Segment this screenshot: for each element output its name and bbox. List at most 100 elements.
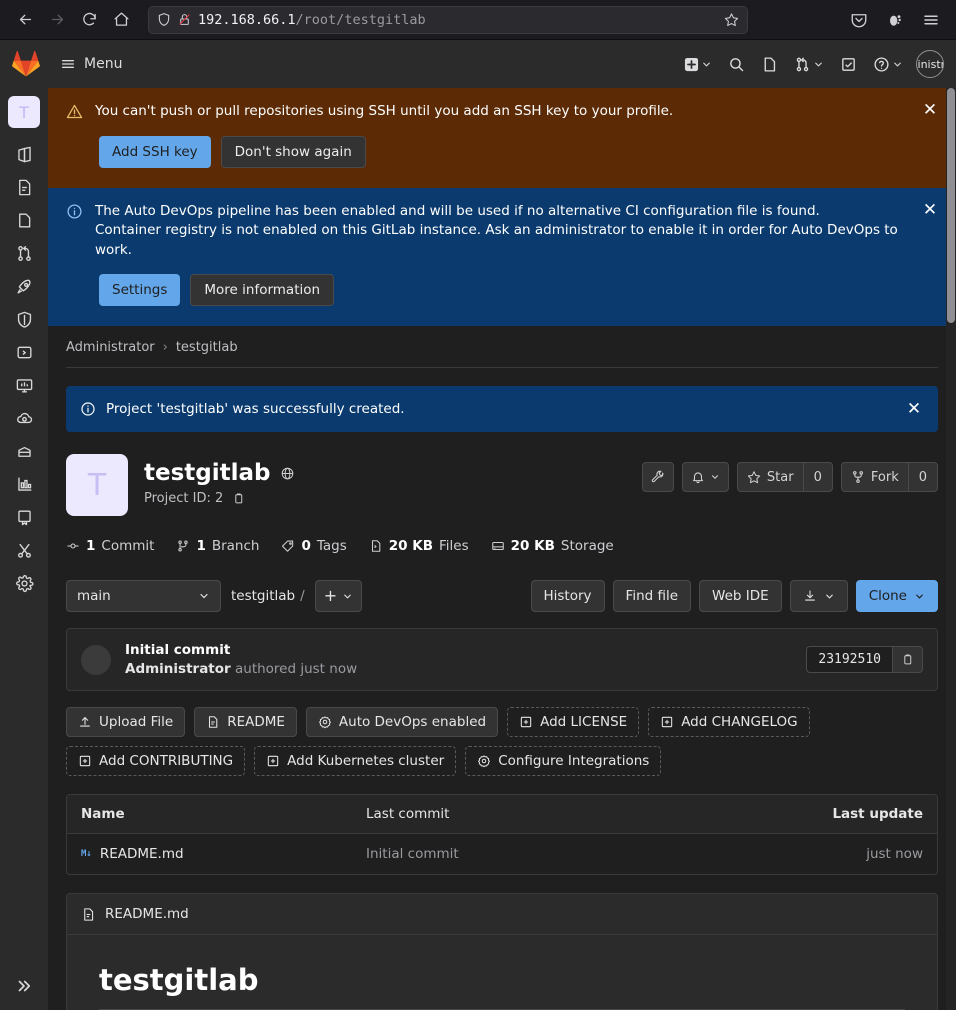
user-avatar[interactable]: Administrator — [916, 50, 944, 78]
stat-files[interactable]: 20 KB Files — [369, 538, 469, 554]
file-list-header: Name Last commit Last update — [67, 795, 937, 835]
star-count[interactable]: 0 — [802, 462, 833, 493]
sidebar-item-infrastructure[interactable] — [8, 402, 40, 434]
commit-title[interactable]: Initial commit — [125, 642, 357, 658]
sidebar-collapse-button[interactable] — [8, 970, 40, 1002]
path-root[interactable]: testgitlab — [231, 588, 295, 604]
scissors-icon — [17, 543, 31, 558]
info-icon — [80, 401, 96, 417]
copy-project-id-icon[interactable] — [232, 492, 245, 505]
configure-integrations-button[interactable]: Configure Integrations — [465, 746, 662, 777]
page-scrollbar[interactable] — [946, 88, 956, 1010]
commit-icon — [67, 543, 79, 549]
upload-file-button[interactable]: Upload File — [66, 707, 186, 738]
sidebar-item-settings[interactable] — [8, 567, 40, 599]
address-bar[interactable]: 192.168.66.1/root/testgitlab — [148, 5, 748, 34]
stat-commits[interactable]: 1 Commit — [66, 538, 154, 554]
add-license-label: Add LICENSE — [540, 714, 628, 731]
bookmark-star-icon[interactable] — [724, 12, 739, 27]
commit-author[interactable]: Administrator — [125, 661, 231, 677]
file-icon — [209, 716, 218, 729]
add-to-repository-button[interactable]: + — [314, 580, 363, 613]
browser-forward-button[interactable] — [42, 5, 72, 35]
breadcrumb-owner[interactable]: Administrator — [66, 340, 155, 355]
commit-sha[interactable]: 23192510 — [806, 646, 892, 674]
help-button[interactable] — [866, 50, 910, 79]
clone-button[interactable]: Clone — [855, 580, 938, 613]
create-new-button[interactable] — [677, 51, 719, 78]
sidebar-project-avatar[interactable]: T — [8, 96, 40, 128]
auto-devops-settings-button[interactable]: Settings — [99, 274, 181, 307]
add-ssh-key-button[interactable]: Add SSH key — [99, 135, 211, 168]
download-icon — [804, 590, 815, 601]
sidebar-item-security-compliance[interactable] — [8, 303, 40, 335]
sidebar-item-repository[interactable] — [8, 171, 40, 203]
copy-commit-sha-icon[interactable] — [892, 646, 923, 674]
readme-filename[interactable]: README.md — [105, 906, 189, 922]
sidebar-item-merge-requests[interactable] — [8, 237, 40, 269]
insecure-lock-icon[interactable] — [178, 12, 191, 27]
todos-button[interactable] — [833, 50, 864, 79]
sidebar-item-ci-cd[interactable] — [8, 270, 40, 302]
auto-devops-enabled-button[interactable]: Auto DevOps enabled — [305, 707, 499, 738]
download-source-button[interactable] — [789, 580, 848, 613]
browser-menu-button[interactable] — [916, 5, 946, 35]
sidebar-item-deployments[interactable] — [8, 336, 40, 368]
browser-back-button[interactable] — [10, 5, 40, 35]
find-file-button[interactable]: Find file — [612, 580, 692, 613]
readme-body: testgitlab — [67, 935, 937, 1010]
table-row[interactable]: M↓ README.md Initial commit just now — [67, 834, 937, 874]
branch-selector-value: main — [77, 588, 111, 605]
auto-devops-alert-close-icon[interactable]: ✕ — [920, 200, 940, 220]
add-license-button[interactable]: Add LICENSE — [507, 707, 640, 738]
markdown-file-icon: M↓ — [81, 849, 92, 860]
breadcrumb-project[interactable]: testgitlab — [176, 340, 238, 355]
sidebar-item-project-overview[interactable] — [8, 138, 40, 170]
file-last-commit[interactable]: Initial commit — [366, 846, 763, 862]
add-contributing-label: Add CONTRIBUTING — [99, 753, 234, 770]
merge-requests-button[interactable] — [787, 50, 831, 79]
browser-reload-button[interactable] — [74, 5, 104, 35]
shield-icon[interactable] — [157, 12, 171, 27]
sidebar-item-analytics[interactable] — [8, 468, 40, 500]
flash-close-icon[interactable]: ✕ — [904, 399, 924, 419]
add-kubernetes-cluster-button[interactable]: Add Kubernetes cluster — [254, 746, 457, 777]
gitlab-logo-icon[interactable] — [12, 50, 40, 78]
sidebar-item-packages-registries[interactable] — [8, 435, 40, 467]
browser-home-button[interactable] — [106, 5, 136, 35]
issues-button[interactable] — [754, 50, 785, 79]
column-header-last-update: Last update — [832, 806, 923, 823]
main-menu-button[interactable]: Menu — [52, 50, 130, 78]
auto-devops-more-info-button[interactable]: More information — [190, 274, 335, 307]
sidebar-item-wiki[interactable] — [8, 501, 40, 533]
branch-selector[interactable]: main — [66, 580, 221, 613]
pocket-icon[interactable] — [844, 5, 874, 35]
gnome-extension-icon[interactable] — [880, 5, 910, 35]
file-name[interactable]: README.md — [100, 846, 184, 862]
stat-commits-label: Commit — [101, 538, 155, 555]
web-ide-button[interactable]: Web IDE — [699, 580, 782, 613]
upload-icon — [80, 717, 90, 727]
scrollbar-thumb[interactable] — [947, 88, 955, 323]
project-settings-button[interactable] — [641, 462, 674, 493]
fork-count[interactable]: 0 — [907, 462, 938, 493]
stat-storage[interactable]: 20 KB Storage — [491, 538, 614, 554]
stat-tags[interactable]: 0 Tags — [281, 538, 347, 554]
address-bar-text[interactable]: 192.168.66.1/root/testgitlab — [198, 12, 717, 28]
merge-request-icon — [796, 57, 809, 71]
add-changelog-button[interactable]: Add CHANGELOG — [648, 707, 810, 738]
sidebar-item-snippets[interactable] — [8, 534, 40, 566]
notifications-button[interactable] — [681, 462, 729, 493]
fork-button[interactable]: Fork — [840, 462, 908, 493]
bell-icon — [692, 472, 703, 484]
search-button[interactable] — [721, 50, 752, 79]
add-contributing-button[interactable]: Add CONTRIBUTING — [66, 746, 246, 777]
readme-button[interactable]: README — [194, 707, 297, 738]
star-button[interactable]: Star — [736, 462, 803, 493]
sidebar-item-monitor[interactable] — [8, 369, 40, 401]
sidebar-item-issues[interactable] — [8, 204, 40, 236]
stat-branches[interactable]: 1 Branch — [176, 538, 259, 554]
history-button[interactable]: History — [530, 580, 605, 613]
dont-show-again-button[interactable]: Don't show again — [220, 135, 366, 168]
ssh-alert-close-icon[interactable]: ✕ — [920, 100, 940, 120]
